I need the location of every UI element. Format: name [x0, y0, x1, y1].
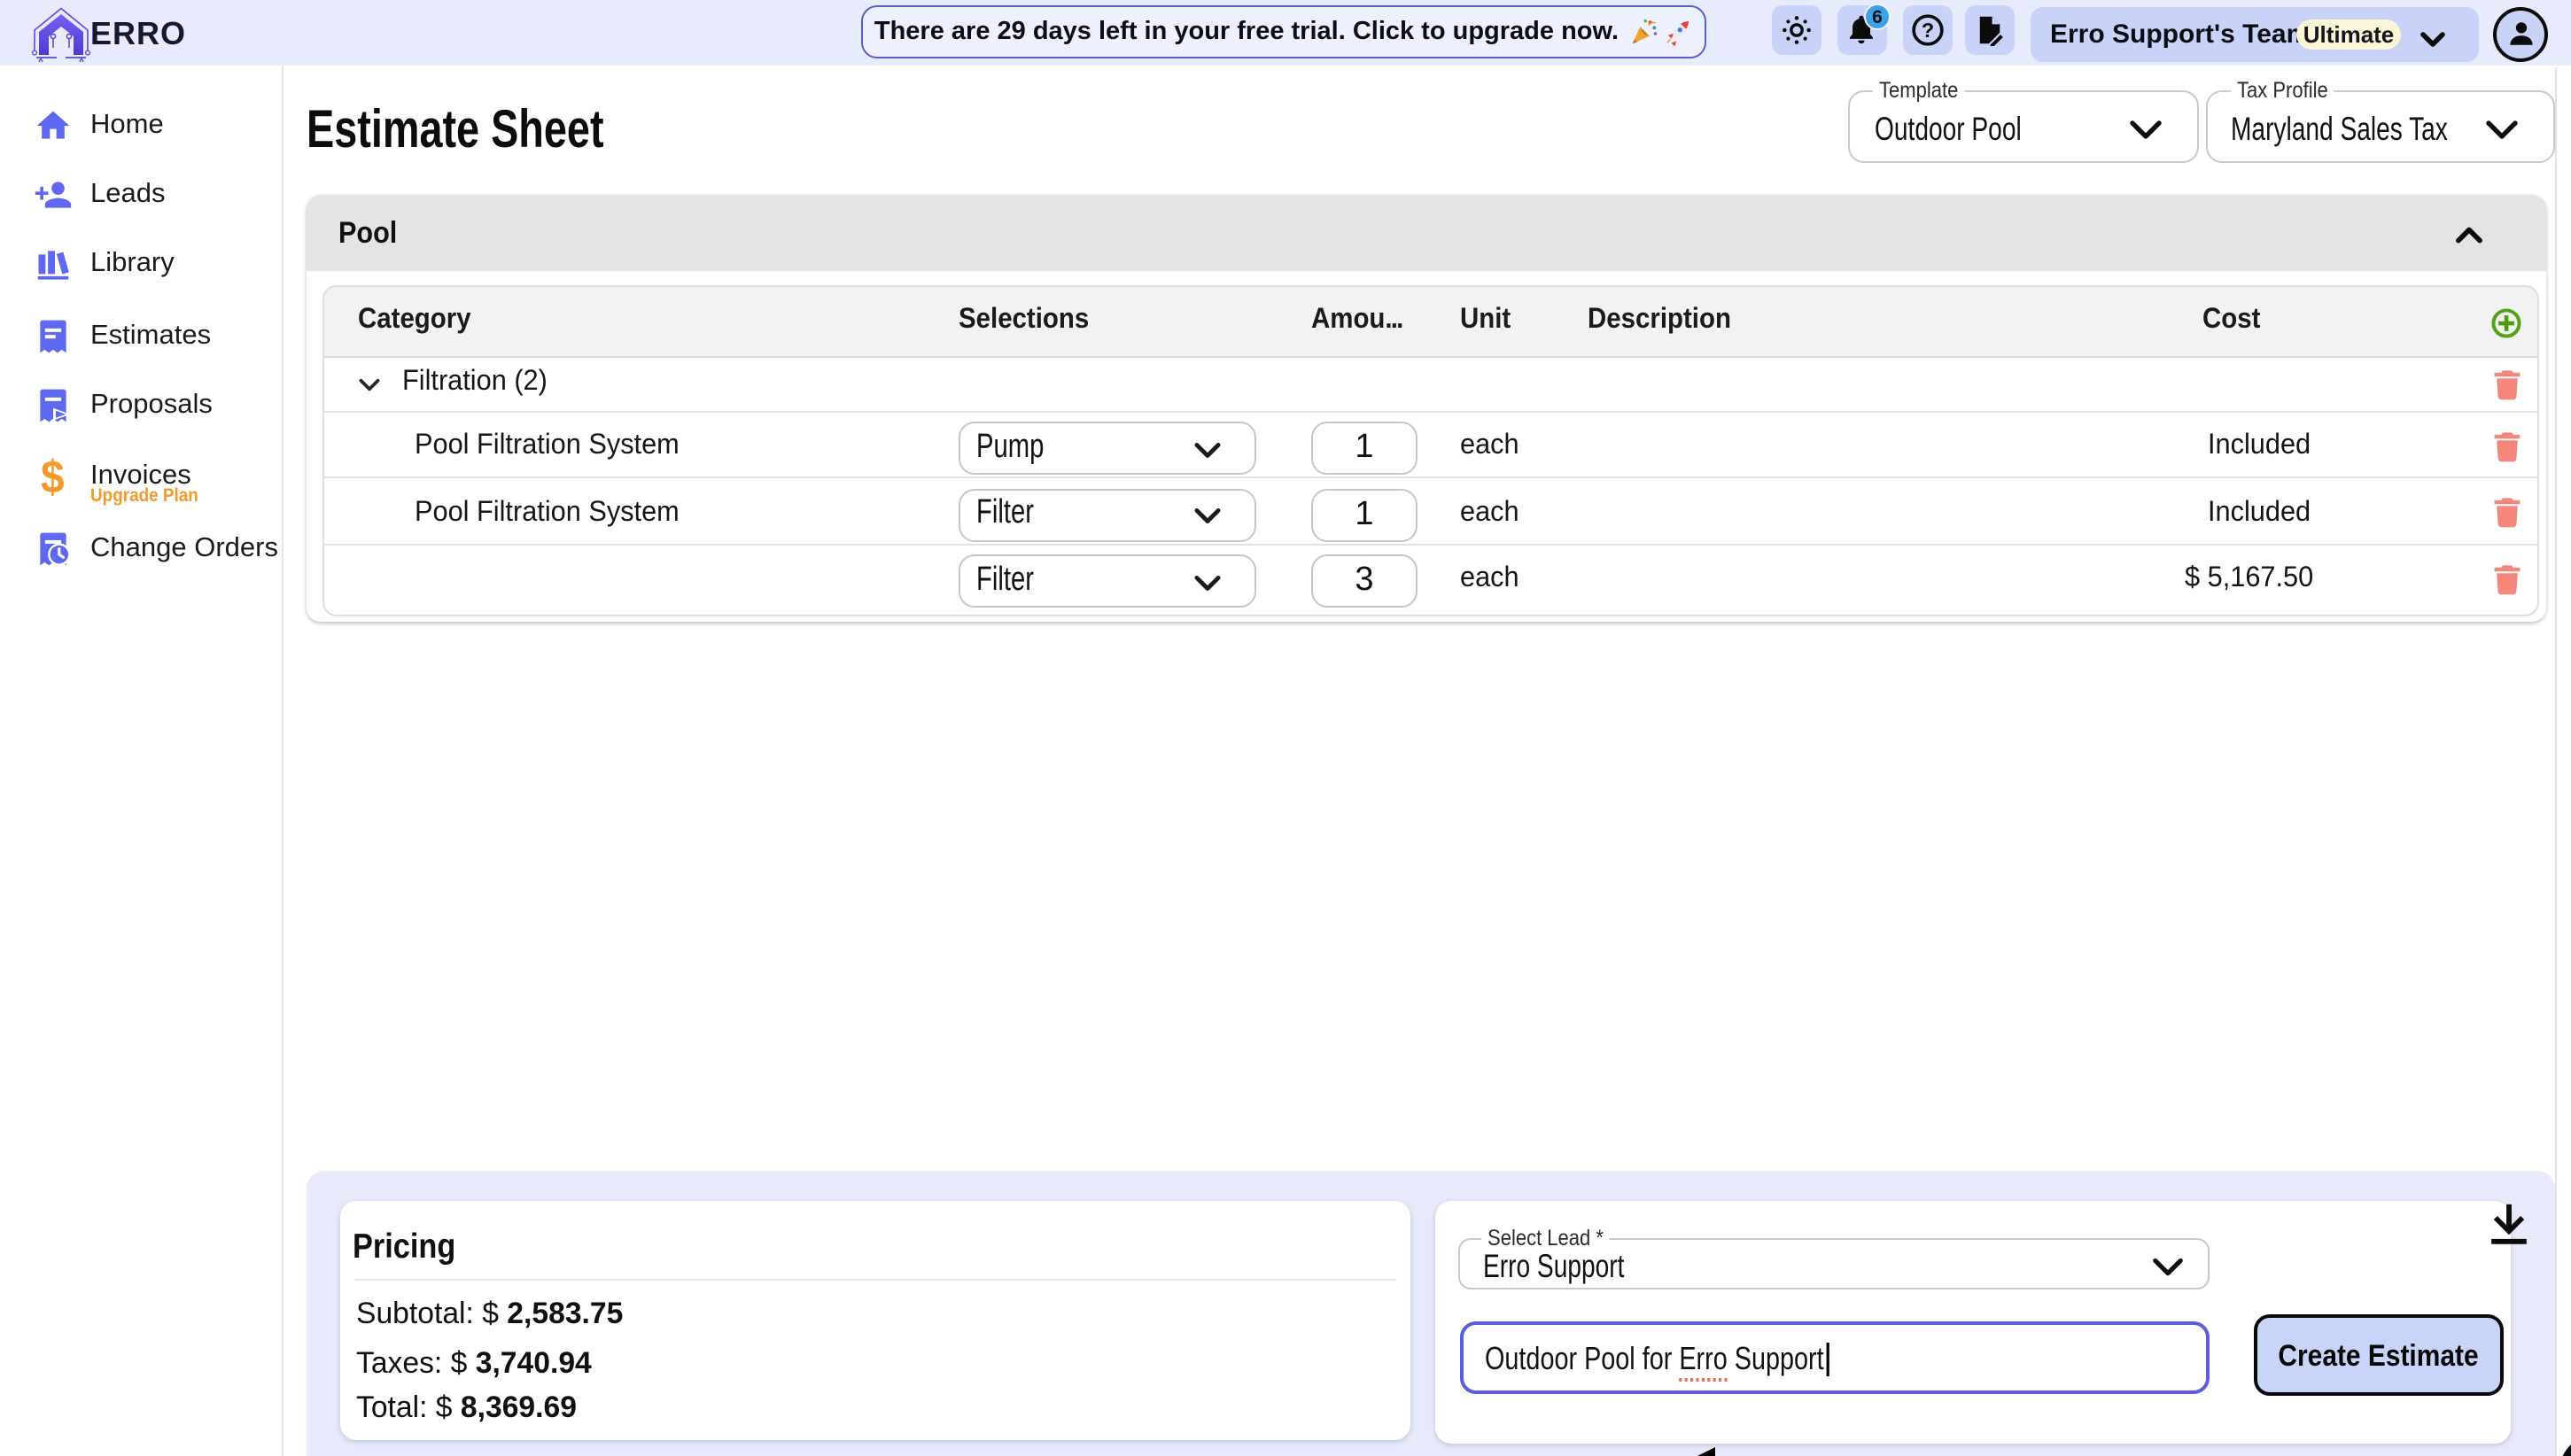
svg-text:?: ? — [1921, 18, 1933, 41]
